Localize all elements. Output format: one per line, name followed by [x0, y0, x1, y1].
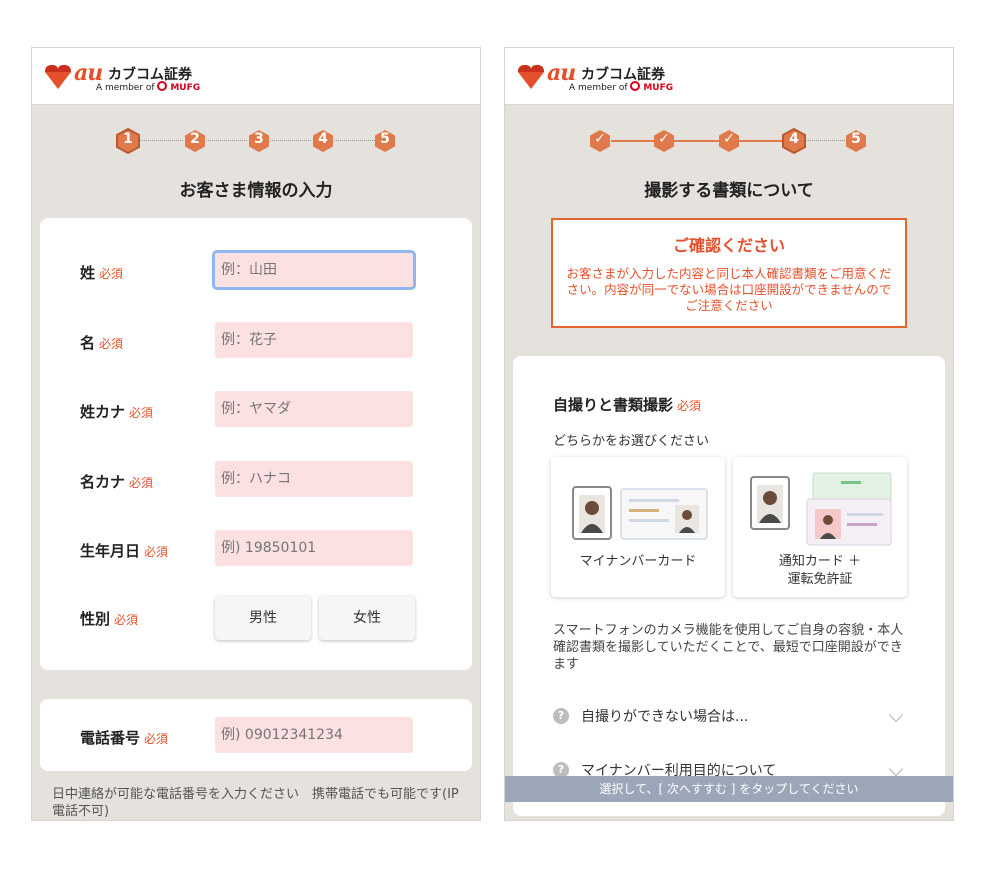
step-3: 3	[246, 128, 272, 154]
gender-male-button[interactable]: 男性	[215, 596, 311, 640]
step-3-done: ✓	[716, 128, 742, 154]
question-icon: ?	[553, 708, 569, 724]
first-name-kana-input[interactable]	[215, 461, 413, 497]
screen-customer-info: au カブコム証券 A member of MUFG 1 2 3 4 5 お客さ…	[31, 47, 481, 821]
chevron-down-icon	[888, 761, 904, 777]
brand-logo: au カブコム証券 A member of MUFG	[517, 60, 717, 96]
brand-logo: au カブコム証券 A member of MUFG	[44, 60, 244, 96]
step-indicator: 1 2 3 4 5	[32, 127, 480, 156]
first-name-kana-label: 名カナ 必須	[80, 473, 154, 491]
step-2-done: ✓	[651, 128, 677, 154]
first-name-input[interactable]	[215, 322, 413, 358]
birthdate-input[interactable]	[215, 530, 413, 566]
phone-note: 日中連絡が可能な電話番号を入力ください 携帯電話でも可能です(IP電話不可)	[52, 787, 459, 819]
step-connector	[739, 140, 785, 142]
step-1: 1	[115, 127, 141, 155]
camera-description: スマートフォンのカメラ機能を使用してご自身の容貌・本人確認書類を撮影していただく…	[553, 623, 904, 672]
step-indicator: ✓ ✓ ✓ 4 5	[505, 127, 953, 156]
screen-document-photo: au カブコム証券 A member of MUFG ✓ ✓ ✓ 4 5 撮影す…	[504, 47, 954, 821]
mynumber-card-illustration	[572, 486, 708, 540]
option-mynumber-label: マイナンバーカード	[579, 554, 697, 569]
brand-tagline: A member of MUFG	[96, 81, 201, 93]
last-name-kana-label: 姓カナ 必須	[80, 403, 154, 421]
option-mynumber-card[interactable]: マイナンバーカード	[551, 457, 725, 597]
phone-input[interactable]	[215, 717, 413, 753]
confirm-title: ご確認ください	[672, 236, 785, 255]
option-notice-license-label: 通知カード ＋ 運転免許証	[778, 554, 862, 587]
step-connector	[611, 140, 655, 142]
brand-heart-icon	[518, 65, 544, 89]
page-title: お客さま情報の入力	[179, 181, 333, 201]
brand-heart-icon	[45, 65, 71, 89]
confirm-notice: ご確認ください お客さまが入力した内容と同じ本人確認書類をご用意ください。内容が…	[551, 218, 907, 328]
step-5: 5	[843, 128, 869, 154]
brand-tagline: A member of MUFG	[569, 81, 674, 93]
step-connector	[803, 140, 845, 141]
chevron-down-icon	[888, 707, 904, 723]
step-connector	[674, 140, 720, 142]
phone-card: 電話番号 必須	[40, 699, 472, 771]
step-1-done: ✓	[587, 128, 613, 154]
first-name-label: 名必須	[80, 334, 124, 352]
app-header: au カブコム証券 A member of MUFG	[32, 48, 480, 105]
phone-label: 電話番号 必須	[80, 729, 169, 747]
faq-selfie-unavailable[interactable]: ? 自撮りができない場合は...	[553, 706, 905, 726]
last-name-kana-input[interactable]	[215, 391, 413, 427]
last-name-input[interactable]	[212, 250, 416, 290]
notice-license-illustration	[750, 472, 892, 546]
section-title: 自撮りと書類撮影 必須	[553, 396, 702, 414]
last-name-label: 姓必須	[80, 264, 124, 282]
app-header: au カブコム証券 A member of MUFG	[505, 48, 953, 105]
option-notice-card-license[interactable]: 通知カード ＋ 運転免許証	[733, 457, 907, 597]
gender-female-button[interactable]: 女性	[319, 596, 415, 640]
select-prompt-bar: 選択して、[ 次へすすむ ] をタップしてください	[505, 776, 953, 802]
instruction-text: どちらかをお選びください	[553, 434, 710, 449]
step-connector	[135, 140, 183, 141]
step-4-active: 4	[781, 127, 807, 155]
step-4: 4	[310, 128, 336, 154]
mufg-mark-icon	[157, 81, 168, 91]
mufg-mark-icon	[630, 81, 641, 91]
page-title: 撮影する書類について	[644, 181, 814, 201]
confirm-body: お客さまが入力した内容と同じ本人確認書類をご用意ください。内容が同一でない場合は…	[566, 266, 892, 313]
personal-info-card: 姓必須 名必須 姓カナ必須 名カナ必須 生年月日必須 性別必須 男性 女性	[40, 218, 472, 670]
gender-label: 性別 必須	[80, 610, 139, 628]
step-5: 5	[372, 128, 398, 154]
step-2: 2	[182, 128, 208, 154]
birthdate-label: 生年月日 必須	[80, 542, 169, 560]
